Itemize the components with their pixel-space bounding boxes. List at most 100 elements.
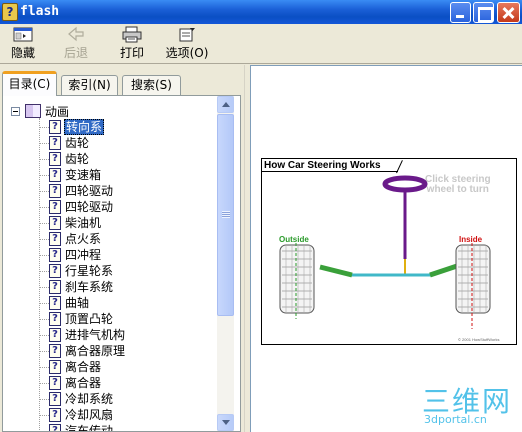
- tree-item[interactable]: ? 四冲程: [39, 247, 102, 263]
- window-title: flash: [20, 4, 60, 19]
- tree-item[interactable]: ? 离合器: [39, 359, 102, 375]
- tree-connector: [39, 158, 49, 160]
- contents-tree: 动画 ? 转向系? 齿轮? 齿轮? 变速箱? 四轮驱动? 四轮驱动? 柴油机? 点火系? 四冲程?…: [3, 96, 217, 431]
- tree-connector: [39, 318, 49, 320]
- nav-tabs: 目录(C) 索引(N) 搜索(S): [0, 71, 244, 96]
- steering-animation[interactable]: How Car Steering Works Click steering wh…: [261, 158, 517, 345]
- help-topic-icon: ?: [49, 392, 61, 406]
- tree-item[interactable]: ? 汽车传动: [39, 423, 114, 431]
- tree-connector: [39, 270, 49, 272]
- scroll-up-button[interactable]: [217, 96, 234, 113]
- tree-connector: [39, 334, 49, 336]
- tree-item-label: 转向系: [64, 119, 105, 135]
- tree-item[interactable]: ? 曲轴: [39, 295, 90, 311]
- tree-item-label: 四冲程: [65, 248, 102, 262]
- tree-item[interactable]: ? 进排气机构: [39, 327, 126, 343]
- help-topic-icon: ?: [49, 376, 61, 390]
- scroll-thumb[interactable]: [217, 114, 234, 316]
- tree-item-label: 齿轮: [65, 152, 90, 166]
- help-topic-icon: ?: [49, 424, 61, 431]
- tree-connector: [39, 366, 49, 368]
- printer-icon: [122, 26, 142, 43]
- help-topic-icon: ?: [49, 152, 61, 166]
- back-button[interactable]: 后退: [58, 26, 94, 62]
- tree-item[interactable]: ? 齿轮: [39, 151, 90, 167]
- tree-root-animation[interactable]: 动画: [11, 103, 69, 119]
- tree-item[interactable]: ? 离合器原理: [39, 343, 126, 359]
- tree-item[interactable]: ? 顶置凸轮: [39, 311, 114, 327]
- help-app-icon: ?: [2, 3, 18, 21]
- navigation-pane: 目录(C) 索引(N) 搜索(S) 动画 ? 转向系? 齿轮? 齿轮? 变速箱? 四轮驱动…: [0, 65, 244, 432]
- scroll-down-button[interactable]: [217, 414, 234, 431]
- tree-connector: [39, 414, 49, 416]
- hide-button[interactable]: 隐藏: [6, 26, 40, 62]
- tab-index[interactable]: 索引(N): [61, 75, 118, 95]
- tree-item[interactable]: ? 四轮驱动: [39, 183, 114, 199]
- tree-connector: [39, 350, 49, 352]
- minimize-button[interactable]: [450, 2, 471, 23]
- open-book-icon: [25, 104, 41, 118]
- tree-item[interactable]: ? 齿轮: [39, 135, 90, 151]
- hide-label: 隐藏: [10, 46, 35, 60]
- help-topic-icon: ?: [49, 136, 61, 150]
- close-button[interactable]: [497, 2, 520, 23]
- tree-item[interactable]: ? 转向系: [39, 119, 105, 135]
- tree-item-label: 进排气机构: [65, 328, 126, 342]
- options-label: 选项(O): [165, 46, 209, 60]
- tree-item[interactable]: ? 冷却系统: [39, 391, 114, 407]
- tree-connector: [39, 126, 49, 128]
- tree-connector: [39, 238, 49, 240]
- tree-item[interactable]: ? 柴油机: [39, 215, 102, 231]
- tree-item-label: 点火系: [65, 232, 102, 246]
- help-topic-icon: ?: [49, 120, 61, 134]
- tree-item-label: 齿轮: [65, 136, 90, 150]
- tree-connector: [39, 302, 49, 304]
- maximize-button[interactable]: [473, 2, 494, 23]
- help-topic-icon: ?: [49, 360, 61, 374]
- right-wheel: [455, 244, 491, 314]
- tree-connector: [39, 382, 49, 384]
- tree-item[interactable]: ? 变速箱: [39, 167, 102, 183]
- left-wheel: [279, 244, 315, 314]
- collapse-icon[interactable]: [11, 106, 20, 116]
- help-topic-icon: ?: [49, 312, 61, 326]
- tree-connector: [39, 174, 49, 176]
- tree-item-label: 四轮驱动: [65, 184, 114, 198]
- copyright-text: © 2001 HowStuffWorks: [458, 337, 500, 342]
- help-topic-icon: ?: [49, 184, 61, 198]
- tree-item[interactable]: ? 点火系: [39, 231, 102, 247]
- tree-item[interactable]: ? 离合器: [39, 375, 102, 391]
- tree-item[interactable]: ? 四轮驱动: [39, 199, 114, 215]
- site-watermark: 三维网 3dportal.cn: [422, 380, 522, 432]
- print-button[interactable]: 打印: [114, 26, 150, 62]
- tree-item-label: 曲轴: [65, 296, 90, 310]
- title-bar[interactable]: ? flash: [0, 0, 522, 24]
- help-topic-icon: ?: [49, 264, 61, 278]
- watermark-sub: 3dportal.cn: [424, 413, 487, 426]
- tree-item-label: 刹车系统: [65, 280, 114, 294]
- steering-diagram: [279, 175, 491, 329]
- tree-item[interactable]: ? 刹车系统: [39, 279, 114, 295]
- tree-connector: [39, 222, 49, 224]
- toolbar: 隐藏 后退 打印 选项(O): [0, 24, 522, 64]
- tree-scrollbar[interactable]: [217, 96, 234, 431]
- content-pane: How Car Steering Works Click steering wh…: [250, 65, 522, 432]
- tree-item-label: 柴油机: [65, 216, 102, 230]
- options-button[interactable]: 选项(O): [162, 26, 212, 62]
- tab-search[interactable]: 搜索(S): [122, 75, 181, 95]
- help-topic-icon: ?: [49, 200, 61, 214]
- help-topic-icon: ?: [49, 296, 61, 310]
- help-topic-icon: ?: [49, 344, 61, 358]
- tree-item-label: 离合器: [65, 376, 102, 390]
- tree-connector: [39, 142, 49, 144]
- tree-item-label: 变速箱: [65, 168, 102, 182]
- tree-root-label: 动画: [45, 104, 70, 119]
- tree-item-label: 汽车传动: [65, 424, 114, 431]
- tree-item[interactable]: ? 冷却风扇: [39, 407, 114, 423]
- back-arrow-icon: [68, 26, 84, 42]
- tab-contents[interactable]: 目录(C): [2, 71, 57, 96]
- tree-connector: [39, 206, 49, 208]
- tree-item[interactable]: ? 行星轮系: [39, 263, 114, 279]
- help-topic-icon: ?: [49, 280, 61, 294]
- options-icon: [179, 28, 195, 42]
